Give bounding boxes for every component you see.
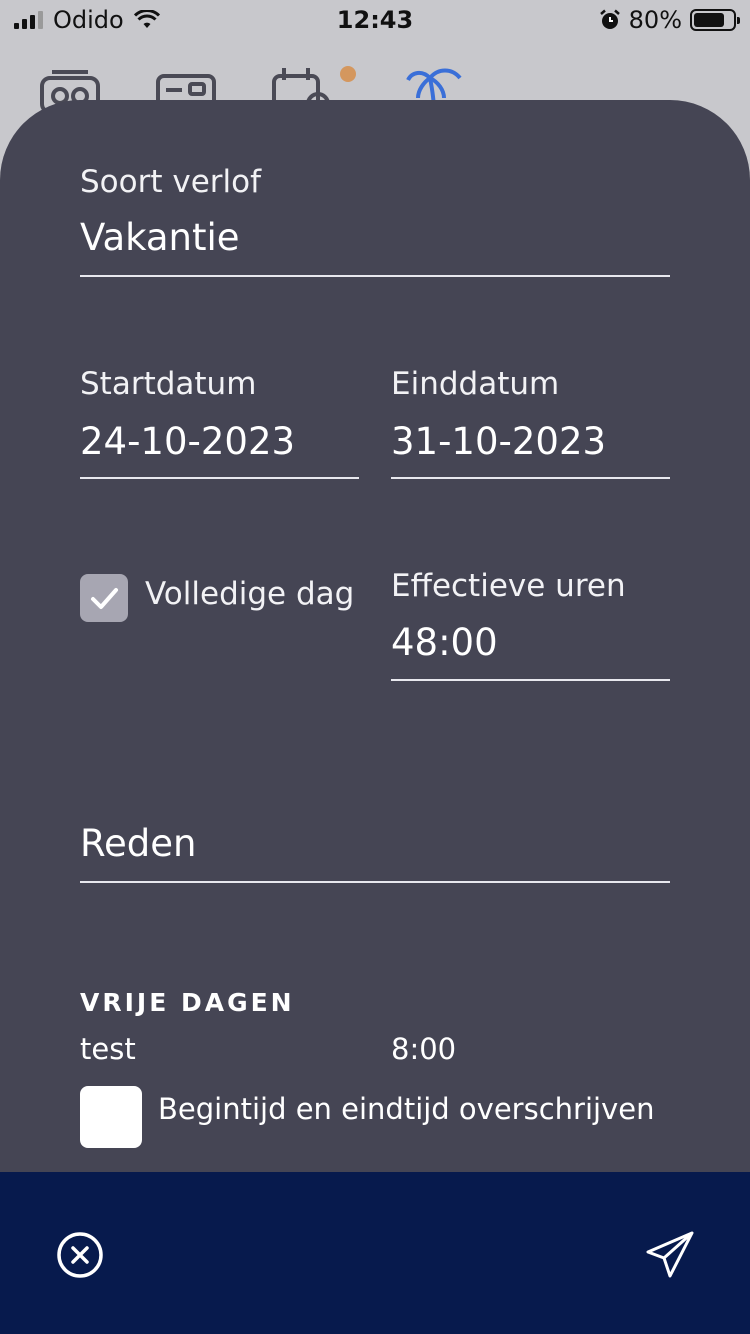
full-day-label: Volledige dag [145,576,355,612]
free-day-name: test [80,1032,136,1066]
notification-dot [340,66,356,82]
effective-hours-underline [391,679,670,681]
bottom-action-bar [0,1172,750,1334]
battery-percent: 80% [628,6,682,34]
effective-hours-field[interactable]: 48:00 [391,621,498,664]
leave-type-underline [80,275,670,277]
start-date-underline [80,477,359,479]
end-date-field[interactable]: 31-10-2023 [391,420,606,463]
end-date-label: Einddatum [391,366,560,402]
checkmark-icon [91,588,118,609]
leave-type-label: Soort verlof [80,164,262,200]
override-times-label: Begintijd en eindtijd overschrijven [158,1092,655,1126]
reason-underline [80,881,670,883]
effective-hours-label: Effectieve uren [391,568,626,604]
override-times-checkbox[interactable] [80,1086,142,1148]
reason-field[interactable]: Reden [80,822,197,865]
end-date-underline [391,477,670,479]
battery-icon [690,9,740,31]
paper-plane-icon[interactable] [644,1230,696,1280]
start-date-label: Startdatum [80,366,257,402]
alarm-icon [599,9,620,29]
close-circle-icon[interactable] [56,1231,104,1279]
start-date-field[interactable]: 24-10-2023 [80,420,295,463]
status-bar: Odido 12:43 80% [0,0,750,40]
free-day-hours: 8:00 [391,1032,457,1066]
leave-request-sheet: Soort verlof Vakantie Startdatum 24-10-2… [0,100,750,1334]
leave-type-value[interactable]: Vakantie [80,216,240,259]
free-days-title: VRIJE DAGEN [80,988,295,1017]
full-day-checkbox[interactable] [80,574,128,622]
